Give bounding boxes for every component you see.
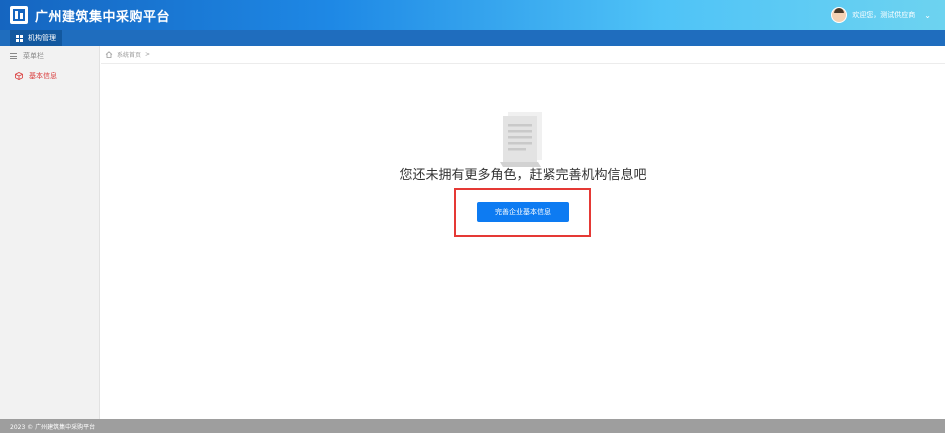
empty-state-message: 您还未拥有更多角色，赶紧完善机构信息吧 <box>399 168 647 183</box>
main-content: 您还未拥有更多角色，赶紧完善机构信息吧 完善企业基本信息 <box>101 64 945 419</box>
home-icon <box>105 51 113 58</box>
building-logo-icon <box>10 6 28 24</box>
chevron-down-icon[interactable]: ⌄ <box>924 11 931 20</box>
sidebar-header-label: 菜单栏 <box>23 52 44 60</box>
footer: 2023 © 广州建筑集中采购平台 <box>0 419 945 433</box>
welcome-text[interactable]: 欢迎您，测试供应商 <box>852 10 915 20</box>
breadcrumb-home[interactable]: 系统首页 <box>117 50 141 59</box>
sidebar-item-label: 基本信息 <box>29 72 57 80</box>
avatar[interactable] <box>831 7 848 23</box>
sidebar-header[interactable]: 菜单栏 <box>0 46 99 66</box>
breadcrumb-separator: > <box>145 51 151 58</box>
top-header: 广州建筑集中采购平台 欢迎您，测试供应商 ⌄ <box>0 0 945 30</box>
grid-icon <box>16 34 23 42</box>
nav-item-label: 机构管理 <box>28 34 56 42</box>
document-icon <box>500 112 542 167</box>
complete-enterprise-info-button[interactable]: 完善企业基本信息 <box>477 202 569 222</box>
user-menu[interactable]: 欢迎您，测试供应商 ⌄ <box>831 0 931 30</box>
nav-item-org-management[interactable]: 机构管理 <box>10 30 62 46</box>
breadcrumb: 系统首页 > <box>101 46 945 64</box>
sidebar-item-basic-info[interactable]: 基本信息 <box>0 66 99 86</box>
cube-icon <box>15 72 23 80</box>
sidebar: 菜单栏 基本信息 <box>0 46 100 419</box>
footer-text: 2023 © 广州建筑集中采购平台 <box>10 423 96 431</box>
menu-icon <box>10 52 17 61</box>
top-nav: 机构管理 <box>0 30 945 46</box>
app-title: 广州建筑集中采购平台 <box>35 9 171 25</box>
